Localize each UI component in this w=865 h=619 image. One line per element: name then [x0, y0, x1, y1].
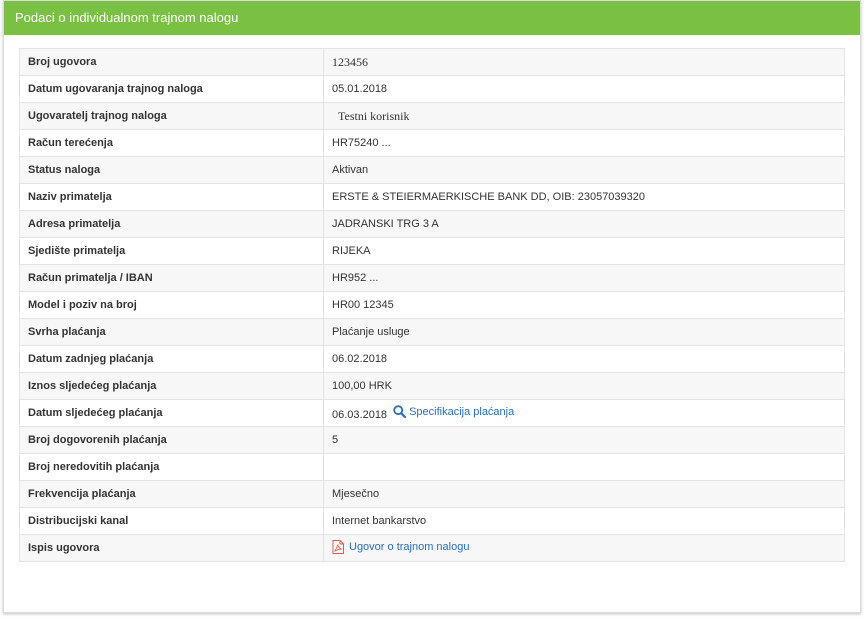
last-payment-date-value: 06.02.2018: [323, 345, 845, 373]
table-row: Ugovaratelj trajnog naloga Testni korisn…: [19, 102, 845, 130]
table-row: Sjedište primatelja RIJEKA: [19, 237, 845, 265]
table-row: Model i poziv na broj HR00 12345: [19, 291, 845, 319]
contractor-value: Testni korisnik: [323, 102, 845, 130]
contract-pdf-label: Ugovor o trajnom nalogu: [349, 540, 470, 553]
details-table: Broj ugovora 123456 Datum ugovaranja tra…: [19, 48, 845, 562]
row-label: Distribucijski kanal: [19, 507, 324, 535]
contract-pdf-link[interactable]: Ugovor o trajnom nalogu: [332, 539, 470, 554]
reference-number-value: HR00 12345: [323, 291, 845, 319]
row-label: Ispis ugovora: [19, 534, 324, 562]
contract-date-value: 05.01.2018: [323, 75, 845, 103]
table-row: Broj dogovorenih plaćanja 5: [19, 426, 845, 454]
recipient-seat-value: RIJEKA: [323, 237, 845, 265]
row-label: Status naloga: [19, 156, 324, 184]
distribution-channel-value: Internet bankarstvo: [323, 507, 845, 535]
table-row: Račun primatelja / IBAN HR952 ...: [19, 264, 845, 292]
row-label: Svrha plaćanja: [19, 318, 324, 346]
row-label: Datum zadnjeg plaćanja: [19, 345, 324, 373]
next-payment-date-cell: 06.03.2018 Specifikacija plaćanja: [323, 399, 845, 427]
row-label: Ugovaratelj trajnog naloga: [19, 102, 324, 130]
pdf-icon: [332, 539, 344, 554]
row-label: Datum sljedećeg plaćanja: [19, 399, 324, 427]
panel-title: Podaci o individualnom trajnom nalogu: [4, 1, 860, 35]
table-row: Status naloga Aktivan: [19, 156, 845, 184]
table-row: Naziv primatelja ERSTE & STEIERMAERKISCH…: [19, 183, 845, 211]
table-row: Iznos sljedećeg plaćanja 100,00 HRK: [19, 372, 845, 400]
row-label: Naziv primatelja: [19, 183, 324, 211]
row-label: Broj ugovora: [19, 48, 324, 76]
debit-account-value: HR75240 ...: [323, 129, 845, 157]
next-payment-amount-value: 100,00 HRK: [323, 372, 845, 400]
row-label: Broj dogovorenih plaćanja: [19, 426, 324, 454]
table-row: Račun terećenja HR75240 ...: [19, 129, 845, 157]
contract-number-value: 123456: [323, 48, 845, 76]
row-label: Adresa primatelja: [19, 210, 324, 238]
payment-frequency-value: Mjesečno: [323, 480, 845, 508]
standing-order-details-panel: Podaci o individualnom trajnom nalogu Br…: [3, 0, 861, 613]
payment-purpose-value: Plaćanje usluge: [323, 318, 845, 346]
table-row: Frekvencija plaćanja Mjesečno: [19, 480, 845, 508]
row-label: Broj neredovitih plaćanja: [19, 453, 324, 481]
table-row: Distribucijski kanal Internet bankarstvo: [19, 507, 845, 535]
recipient-iban-value: HR952 ...: [323, 264, 845, 292]
table-row: Adresa primatelja JADRANSKI TRG 3 A: [19, 210, 845, 238]
payment-specification-label: Specifikacija plaćanja: [409, 405, 515, 418]
search-icon: [393, 405, 407, 419]
table-row: Svrha plaćanja Plaćanje usluge: [19, 318, 845, 346]
payment-specification-link[interactable]: Specifikacija plaćanja: [387, 405, 515, 419]
row-label: Datum ugovaranja trajnog naloga: [19, 75, 324, 103]
agreed-payments-count-value: 5: [323, 426, 845, 454]
order-status-value: Aktivan: [323, 156, 845, 184]
row-label: Račun terećenja: [19, 129, 324, 157]
table-row: Datum zadnjeg plaćanja 06.02.2018: [19, 345, 845, 373]
table-row: Broj ugovora 123456: [19, 48, 845, 76]
table-row: Datum sljedećeg plaćanja 06.03.2018 Speci…: [19, 399, 845, 427]
table-row: Datum ugovaranja trajnog naloga 05.01.20…: [19, 75, 845, 103]
contract-print-cell: Ugovor o trajnom nalogu: [323, 534, 845, 562]
recipient-address-value: JADRANSKI TRG 3 A: [323, 210, 845, 238]
recipient-name-value: ERSTE & STEIERMAERKISCHE BANK DD, OIB: 2…: [323, 183, 845, 211]
irregular-payments-count-value: [323, 453, 845, 481]
row-label: Sjedište primatelja: [19, 237, 324, 265]
next-payment-date-value: 06.03.2018: [332, 409, 388, 421]
row-label: Iznos sljedećeg plaćanja: [19, 372, 324, 400]
row-label: Račun primatelja / IBAN: [19, 264, 324, 292]
table-row: Ispis ugovora Ugovor o trajnom nalogu: [19, 534, 845, 562]
row-label: Model i poziv na broj: [19, 291, 324, 319]
table-row: Broj neredovitih plaćanja: [19, 453, 845, 481]
row-label: Frekvencija plaćanja: [19, 480, 324, 508]
